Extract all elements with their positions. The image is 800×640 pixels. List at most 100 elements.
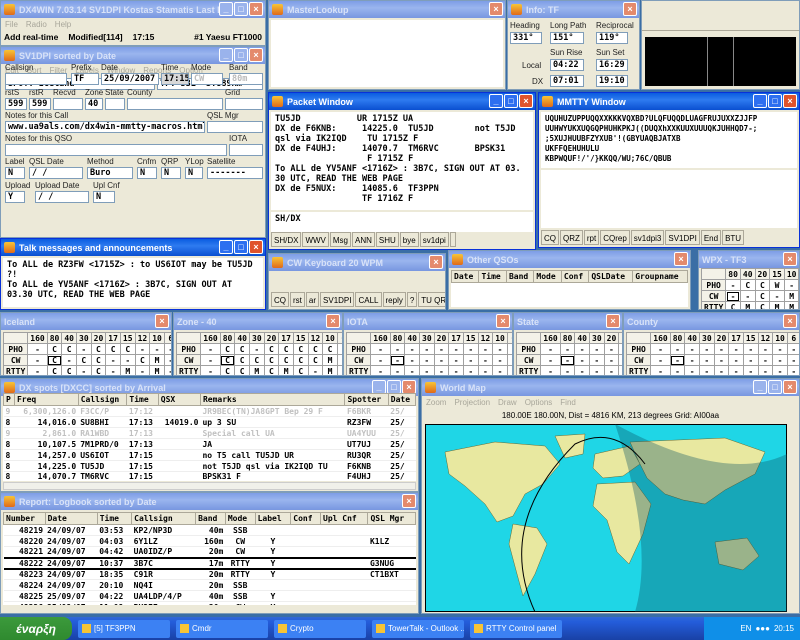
status-cell[interactable]: C [234,343,250,355]
status-cell[interactable]: - [699,354,715,366]
status-cell[interactable]: C [754,290,771,302]
status-cell[interactable]: C [234,354,250,366]
status-cell[interactable]: - [559,365,576,375]
qrz-fkey-button[interactable]: QRZ [560,230,583,245]
menu-help[interactable]: Help [55,20,71,29]
maximize-button[interactable]: □ [234,2,248,16]
close-button[interactable]: × [402,380,416,394]
status-cell[interactable]: C [219,365,236,375]
status-cell[interactable]: - [492,354,508,366]
status-cell[interactable]: C [46,343,63,355]
menu-file[interactable]: File [5,20,18,29]
qsl-mgr-field[interactable] [207,121,263,133]
mmtty-receive[interactable]: UQUHUZUPPUQQXXKKKVQXBD?ULQFUQQDLUAGFRUJU… [541,112,797,168]
column-header[interactable]: Upl Cnf [319,512,369,525]
status-cell[interactable]: - [769,290,785,302]
status-cell[interactable]: - [684,343,700,355]
btu-fkey-button[interactable]: BTU [722,230,745,245]
status-cell[interactable]: - [163,343,171,355]
cnfm-field[interactable]: N [137,167,157,179]
status-cell[interactable]: C [278,354,294,366]
status-cell[interactable]: - [783,279,799,291]
taskbar-item[interactable]: RTTY Control panel [470,619,562,638]
status-cell[interactable]: - [713,354,730,366]
title-bar[interactable]: World Map _ □ × [422,379,799,396]
status-cell[interactable]: - [786,354,799,366]
status-cell[interactable]: C [263,343,280,355]
table-row[interactable]: 48219 24/09/07 03:53 KP2/NP3D 40m SSB [3,524,416,536]
status-cell[interactable]: - [772,354,788,366]
end-fkey-button[interactable]: End [700,230,722,245]
status-cell[interactable]: - [772,343,788,355]
status-cell[interactable]: - [163,354,171,366]
close-button[interactable]: × [249,48,263,62]
minimize-button[interactable]: _ [489,94,503,108]
start-button[interactable]: έναρξη [0,617,72,640]
title-bar[interactable]: SV1DPI sorted by Date _ □ × [1,47,265,64]
status-cell[interactable]: - [684,354,700,366]
status-cell[interactable]: C [307,343,324,355]
title-bar[interactable]: MMTTY Window _ □ × [539,93,799,110]
column-header[interactable]: Date [44,512,98,525]
status-cell[interactable]: - [589,343,605,355]
status-cell[interactable]: W [769,279,785,291]
status-cell[interactable]: - [725,290,741,302]
table-row[interactable]: 8 14,070.7 TM6RVC 17:15 BPSK31 F F4UHJ 25/ [3,471,416,481]
status-cell[interactable]: M [149,365,165,375]
cq-fkey-button[interactable]: CQ [271,292,289,307]
title-bar[interactable]: CW Keyboard 20 WPM × [269,254,445,271]
menu-projection[interactable]: Projection [454,398,490,407]
taskbar-item[interactable]: Cmdr [176,619,268,638]
taskbar-item[interactable]: Crypto [274,619,366,638]
menu-options[interactable]: Options [525,398,553,407]
grid-field[interactable] [225,98,263,110]
status-cell[interactable]: - [540,343,561,355]
status-cell[interactable]: - [307,365,324,375]
status-cell[interactable]: - [389,343,406,355]
qrp-field[interactable]: N [161,167,181,179]
column-header[interactable]: QSL Mgr [367,512,416,525]
status-cell[interactable]: C [754,279,771,291]
status-cell[interactable]: - [540,365,561,375]
status-cell[interactable]: - [134,365,151,375]
taskbar-item[interactable]: [5] TF3PPN [78,619,170,638]
column-header[interactable]: Number [3,512,46,525]
status-cell[interactable]: C [219,343,236,355]
status-cell[interactable]: - [699,343,715,355]
status-cell[interactable]: C [754,301,771,309]
menu-draw[interactable]: Draw [498,398,517,407]
status-cell[interactable]: - [419,365,435,375]
sv1dpi-fkey-button[interactable]: SV1DPI [665,230,700,245]
status-cell[interactable]: - [684,365,700,375]
status-cell[interactable]: - [725,279,741,291]
cqrep-fkey-button[interactable]: CQrep [600,230,630,245]
close-button[interactable]: × [783,380,797,394]
status-cell[interactable]: - [713,343,730,355]
callsign-field[interactable] [5,73,67,85]
status-cell[interactable]: M [322,365,338,375]
status-cell[interactable]: - [404,365,420,375]
status-cell[interactable]: C [263,365,280,375]
status-cell[interactable]: - [200,365,221,375]
status-cell[interactable]: - [389,365,406,375]
status-cell[interactable]: - [574,365,590,375]
msg-fkey-button[interactable]: Msg [329,232,352,247]
status-cell[interactable]: M [278,365,294,375]
status-cell[interactable]: - [61,354,77,366]
menu-radio[interactable]: Radio [26,20,47,29]
status-cell[interactable]: - [76,343,92,355]
column-header[interactable]: Date [387,393,416,406]
table-row[interactable]: 48220 24/09/07 04:03 6Y1LZ 160m CW Y K1LZ [3,535,416,547]
maximize-button[interactable]: □ [234,240,248,254]
status-cell[interactable]: - [728,365,744,375]
table-row[interactable]: 48223 24/09/07 18:35 C91R 20m RTTY Y CT1BXT [3,568,416,580]
close-button[interactable]: × [606,314,620,328]
column-header[interactable]: Spotter [344,393,389,406]
status-cell[interactable]: - [699,365,715,375]
status-cell[interactable]: - [589,365,605,375]
table-row[interactable]: 8 14,225.0 TU5JD 17:15 not T5JD qsl via IK2I… [3,460,416,472]
status-cell[interactable]: - [477,354,494,366]
rstr-field[interactable]: 599 [29,98,51,110]
close-button[interactable]: × [402,494,416,508]
status-cell[interactable]: - [574,354,590,366]
